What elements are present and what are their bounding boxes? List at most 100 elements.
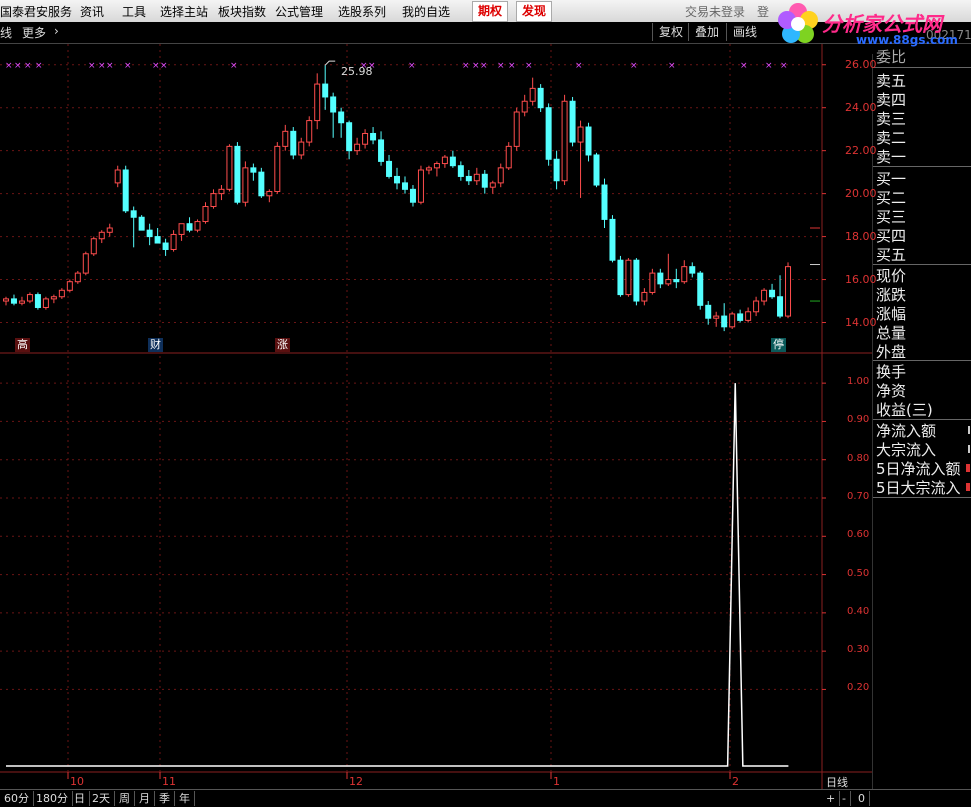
overlay-button[interactable]: 叠加 — [688, 23, 725, 41]
signal-mark: × — [630, 61, 638, 71]
zoom-reset-button[interactable]: 0 — [854, 791, 870, 806]
chart-area[interactable]: × × × × × × × × × × × × × × × × × × × × × × × × × × — [0, 44, 872, 789]
indicator-tick-label: 0.80 — [847, 452, 870, 464]
signal-mark: × — [575, 61, 583, 71]
candle — [394, 175, 401, 184]
login-extra[interactable]: 登 — [757, 3, 769, 20]
price-tick-label: 20.00 — [845, 186, 877, 200]
candle — [210, 193, 217, 208]
indicator-tick-label: 0.60 — [847, 529, 870, 541]
candle — [50, 296, 57, 300]
candle — [18, 300, 25, 304]
candle — [553, 158, 560, 182]
zoom-out-button[interactable]: - — [838, 791, 851, 806]
stat-price: 现价 — [876, 267, 907, 285]
menu-item-news[interactable]: 资讯 — [80, 3, 104, 20]
sell-2: 卖二 — [876, 129, 907, 147]
menu-item-tools[interactable]: 工具 — [122, 3, 146, 20]
discover-button[interactable]: 发现 — [516, 1, 553, 22]
candle — [713, 315, 720, 319]
candle — [58, 289, 65, 298]
flow-net-inflow-bar — [968, 426, 970, 434]
bid-ratio-label: 委比 — [876, 48, 907, 66]
stat-turnover: 换手 — [876, 363, 907, 381]
candle — [298, 141, 305, 156]
candle — [338, 111, 345, 124]
options-button[interactable]: 期权 — [472, 1, 509, 22]
candle — [194, 221, 201, 231]
flow-block-inflow-bar — [968, 445, 970, 453]
candle — [545, 107, 552, 160]
price-tick-label: 16.00 — [845, 272, 877, 286]
candle — [625, 259, 632, 296]
time-tick-label: 12 — [349, 775, 363, 788]
toolbar-line[interactable]: 线 — [0, 24, 12, 41]
buy-3: 买三 — [876, 208, 907, 226]
candle — [697, 272, 704, 306]
candle — [745, 311, 752, 321]
candle — [785, 266, 792, 317]
menu-item-select-server[interactable]: 选择主站 — [160, 3, 208, 20]
indicator-tick-label: 0.20 — [847, 682, 870, 694]
candle — [170, 233, 177, 250]
candle — [505, 145, 512, 169]
candle — [106, 227, 113, 233]
candle — [186, 223, 193, 231]
candle — [42, 298, 49, 308]
menu-item-watchlist[interactable]: 我的自选 — [402, 3, 450, 20]
candle — [386, 160, 393, 177]
candle — [314, 83, 321, 122]
signal-mark: × — [780, 61, 788, 71]
period-2day[interactable]: 2天 — [88, 791, 115, 806]
period-180min[interactable]: 180分 — [32, 791, 73, 806]
candle — [258, 171, 265, 197]
period-month[interactable]: 月 — [135, 791, 155, 806]
candle — [497, 167, 504, 184]
candle — [362, 132, 369, 145]
candle — [146, 229, 153, 238]
candle — [162, 242, 169, 250]
candle — [465, 175, 472, 182]
candle — [122, 169, 129, 212]
period-year[interactable]: 年 — [175, 791, 195, 806]
candle — [242, 167, 249, 203]
candle — [593, 154, 600, 186]
candle — [130, 210, 137, 218]
candle — [378, 139, 385, 162]
price-tick-label: 22.00 — [845, 143, 877, 157]
candle — [354, 143, 361, 152]
period-week[interactable]: 周 — [115, 791, 135, 806]
flow-5d-block-inflow: 5日大宗流入 — [876, 479, 961, 497]
login-status[interactable]: 交易未登录 — [685, 3, 745, 20]
candle — [481, 173, 488, 188]
menu-item-formula[interactable]: 公式管理 — [275, 3, 323, 20]
marker-limit: 停 — [771, 338, 786, 352]
period-quarter[interactable]: 季 — [155, 791, 175, 806]
period-label: 日线 — [826, 776, 848, 789]
candle — [561, 100, 568, 182]
toolbar-more[interactable]: 更多 — [22, 24, 46, 41]
stat-eps: 收益(三) — [876, 401, 933, 419]
flow-5d-net-inflow-bar — [966, 464, 970, 472]
chevron-right-icon[interactable]: › — [54, 24, 59, 38]
period-60min[interactable]: 60分 — [0, 791, 34, 806]
menu-item-service[interactable]: 国泰君安服务 — [0, 3, 72, 20]
menu-item-stock-picker[interactable]: 选股系列 — [338, 3, 386, 20]
sell-1: 卖一 — [876, 148, 907, 166]
candle — [689, 266, 696, 274]
candle — [218, 188, 225, 195]
draw-line-button[interactable]: 画线 — [726, 23, 763, 41]
restore-rights-button[interactable]: 复权 — [652, 23, 689, 41]
candle — [665, 279, 672, 285]
candle — [282, 130, 289, 147]
menu-item-sector-index[interactable]: 板块指数 — [218, 3, 266, 20]
candle — [266, 190, 273, 197]
candle — [673, 279, 680, 283]
buy-4: 买四 — [876, 227, 907, 245]
signal-mark: × — [88, 61, 96, 71]
stat-change-pct: 涨幅 — [876, 305, 907, 323]
candle — [274, 145, 281, 192]
price-tick-label: 14.00 — [845, 315, 877, 329]
marker-high: 高 — [15, 338, 30, 352]
period-day[interactable]: 日 — [70, 791, 90, 806]
